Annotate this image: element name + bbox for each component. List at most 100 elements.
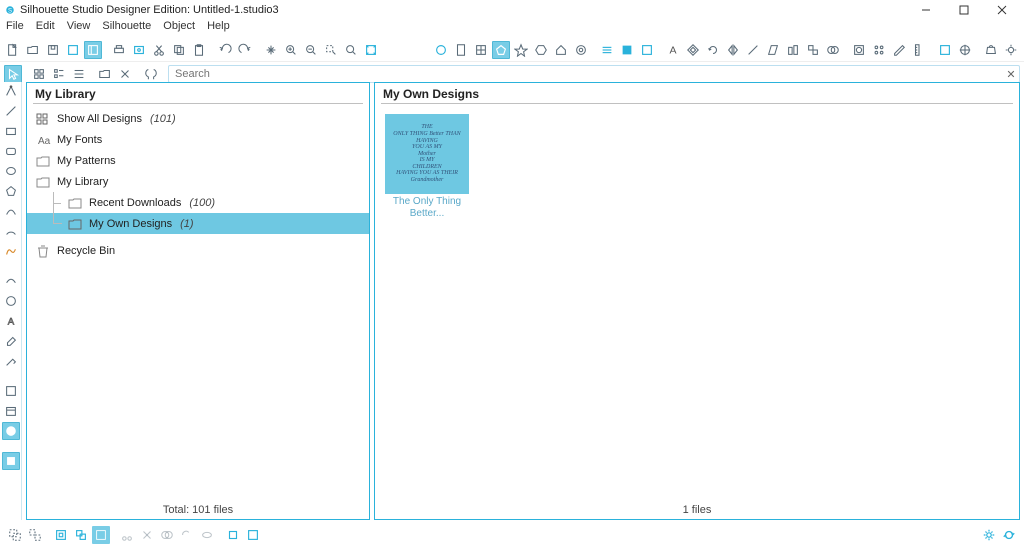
eraser-tool-icon[interactable] (2, 332, 20, 350)
registration-icon[interactable] (956, 41, 974, 59)
rotate-icon[interactable] (704, 41, 722, 59)
minimize-button[interactable] (916, 2, 936, 18)
modify-icon[interactable] (824, 41, 842, 59)
view-large-icon[interactable] (30, 65, 48, 83)
library-icon[interactable] (84, 41, 102, 59)
trace-icon[interactable] (432, 41, 450, 59)
delete-icon[interactable] (116, 65, 134, 83)
preferences-icon[interactable] (1002, 41, 1020, 59)
nesting-icon[interactable] (850, 41, 868, 59)
sync-icon[interactable] (1000, 526, 1018, 544)
make-path-icon[interactable] (92, 526, 110, 544)
filter-icon[interactable] (142, 65, 160, 83)
text-tool-icon[interactable]: A (2, 312, 20, 330)
offset-icon[interactable] (684, 41, 702, 59)
ungroup-icon[interactable] (26, 526, 44, 544)
page-settings-icon[interactable] (452, 41, 470, 59)
pan-icon[interactable] (262, 41, 280, 59)
sketch-icon[interactable] (890, 41, 908, 59)
text-style-icon[interactable]: A (664, 41, 682, 59)
hexagon-icon[interactable] (532, 41, 550, 59)
home-shape-icon[interactable] (552, 41, 570, 59)
save-icon[interactable] (44, 41, 62, 59)
select-tool-icon[interactable] (4, 65, 22, 83)
zoom-drag-icon[interactable] (342, 41, 360, 59)
line-color-icon[interactable] (638, 41, 656, 59)
clear-search-icon[interactable]: ✕ (1003, 68, 1019, 81)
intersect-icon[interactable] (198, 526, 216, 544)
subtract-icon[interactable] (178, 526, 196, 544)
release-compound-icon[interactable] (72, 526, 90, 544)
cut-icon[interactable] (150, 41, 168, 59)
replicate-icon[interactable] (804, 41, 822, 59)
menu-view[interactable]: View (67, 20, 91, 36)
fit-page-icon[interactable] (362, 41, 380, 59)
tree-my-own-designs[interactable]: My Own Designs (1) (27, 213, 369, 234)
ellipse-tool-icon[interactable] (2, 162, 20, 180)
zoom-out-icon[interactable] (302, 41, 320, 59)
tree-recycle-bin[interactable]: Recycle Bin (27, 240, 369, 261)
send-view-icon[interactable] (2, 452, 20, 470)
open-file-icon[interactable] (24, 41, 42, 59)
store-view-icon[interactable] (2, 422, 20, 440)
print-icon[interactable] (110, 41, 128, 59)
view-small-icon[interactable] (70, 65, 88, 83)
menu-silhouette[interactable]: Silhouette (102, 20, 151, 36)
tree-show-all-designs[interactable]: Show All Designs (101) (27, 108, 369, 129)
new-folder-icon[interactable] (96, 65, 114, 83)
tree-my-fonts[interactable]: Aa My Fonts (27, 129, 369, 150)
polygon-tool-icon[interactable] (2, 182, 20, 200)
layers-large-icon[interactable] (244, 526, 262, 544)
line-style-icon[interactable] (598, 41, 616, 59)
maximize-button[interactable] (954, 2, 974, 18)
pixscan-icon[interactable] (936, 41, 954, 59)
compound-path-icon[interactable] (52, 526, 70, 544)
rounded-rect-tool-icon[interactable] (2, 142, 20, 160)
paste-icon[interactable] (190, 41, 208, 59)
mirror-icon[interactable] (724, 41, 742, 59)
star-outline-icon[interactable] (512, 41, 530, 59)
menu-edit[interactable]: Edit (36, 20, 55, 36)
circle-edit-icon[interactable] (2, 292, 20, 310)
zoom-in-icon[interactable] (282, 41, 300, 59)
curve-tool-icon[interactable] (2, 202, 20, 220)
tree-my-patterns[interactable]: My Patterns (27, 150, 369, 171)
settings-icon[interactable] (980, 526, 998, 544)
menu-file[interactable]: File (6, 20, 24, 36)
design-view-icon[interactable] (2, 382, 20, 400)
rectangle-tool-icon[interactable] (2, 122, 20, 140)
edit-points-icon[interactable] (2, 82, 20, 100)
grid-icon[interactable] (472, 41, 490, 59)
target-icon[interactable] (572, 41, 590, 59)
view-list-icon[interactable] (50, 65, 68, 83)
freehand-tool-icon[interactable] (2, 242, 20, 260)
cut-bottom-icon[interactable] (118, 526, 136, 544)
pentagon-icon[interactable] (492, 41, 510, 59)
rhinestone-icon[interactable] (870, 41, 888, 59)
new-file-icon[interactable] (4, 41, 22, 59)
library-view-icon[interactable] (2, 402, 20, 420)
close-button[interactable] (992, 2, 1012, 18)
knife-tool-icon[interactable] (2, 352, 20, 370)
menu-help[interactable]: Help (207, 20, 230, 36)
tree-recent-downloads[interactable]: Recent Downloads (100) (27, 192, 369, 213)
layers-small-icon[interactable] (224, 526, 242, 544)
menu-object[interactable]: Object (163, 20, 195, 36)
smooth-tool-icon[interactable] (2, 272, 20, 290)
align-icon[interactable] (784, 41, 802, 59)
redo-icon[interactable] (236, 41, 254, 59)
delete-bottom-icon[interactable] (138, 526, 156, 544)
tree-my-library[interactable]: My Library (27, 171, 369, 192)
arc-tool-icon[interactable] (2, 222, 20, 240)
ruler-icon[interactable] (910, 41, 928, 59)
search-input[interactable] (169, 68, 1003, 80)
group-icon[interactable] (6, 526, 24, 544)
send-to-silhouette-icon[interactable] (130, 41, 148, 59)
shear-icon[interactable] (764, 41, 782, 59)
store-icon[interactable] (982, 41, 1000, 59)
copy-icon[interactable] (170, 41, 188, 59)
cut-panel-icon[interactable] (64, 41, 82, 59)
zoom-selection-icon[interactable] (322, 41, 340, 59)
design-thumbnail[interactable]: THE ONLY THING Better THAN HAVING YOU AS… (385, 114, 469, 220)
scale-icon[interactable] (744, 41, 762, 59)
